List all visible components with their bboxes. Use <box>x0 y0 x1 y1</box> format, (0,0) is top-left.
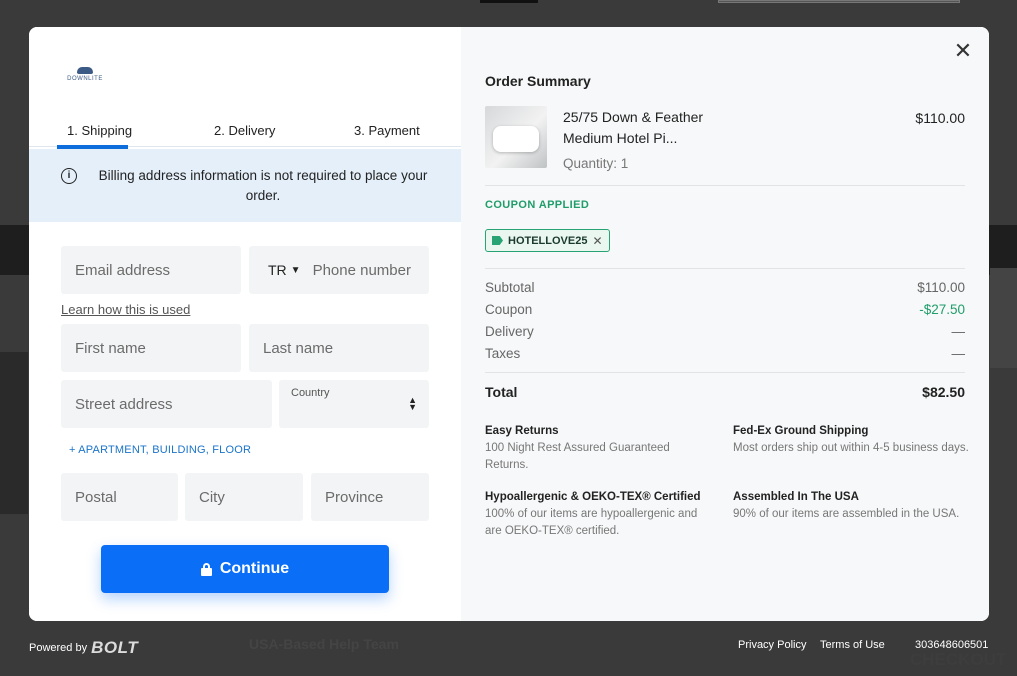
select-arrows-icon: ▲ ▼ <box>408 395 417 412</box>
country-code-select[interactable]: TR <box>268 262 287 278</box>
feature-title: Hypoallergenic & OEKO-TEX® Certified <box>485 491 701 503</box>
order-summary-title: Order Summary <box>485 73 591 89</box>
feature-title: Easy Returns <box>485 425 559 437</box>
coupon-row: Coupon -$27.50 <box>485 302 965 317</box>
feature-text: Most orders ship out within 4-5 business… <box>733 442 969 454</box>
powered-by-label: Powered by <box>29 642 88 654</box>
taxes-value: — <box>951 346 966 361</box>
close-icon[interactable]: ✕ <box>953 40 973 62</box>
order-id: 303648606501 <box>915 639 989 651</box>
coupon-code: HOTELLOVE25 <box>508 234 588 247</box>
feature-text: 90% of our items are assembled in the US… <box>733 508 960 520</box>
billing-notice: i Billing address information is not req… <box>29 149 461 222</box>
remove-coupon-icon[interactable]: ✕ <box>592 234 602 248</box>
bolt-logo: BOLT <box>91 638 139 657</box>
coupon-tag: HOTELLOVE25 ✕ <box>485 229 610 252</box>
product-price: $110.00 <box>915 110 965 126</box>
country-label: Country <box>291 387 330 399</box>
province-field[interactable]: Province <box>311 473 429 521</box>
logo-mark-icon <box>77 67 93 74</box>
add-apartment-link[interactable]: + APARTMENT, BUILDING, FLOOR <box>69 444 251 456</box>
coupon-value: -$27.50 <box>919 302 965 317</box>
divider <box>485 372 965 373</box>
divider <box>485 185 965 186</box>
subtotal-row: Subtotal $110.00 <box>485 280 965 295</box>
subtotal-label: Subtotal <box>485 280 535 295</box>
postal-placeholder: Postal <box>75 488 117 506</box>
powered-by: Powered by BOLT <box>29 638 138 658</box>
background-strip <box>480 0 538 3</box>
checkout-steps: 1. Shipping 2. Delivery 3. Payment <box>29 121 461 149</box>
checkout-modal: DOWNLITE 1. Shipping 2. Delivery 3. Paym… <box>29 27 989 621</box>
feature-hypoallergenic: Hypoallergenic & OEKO-TEX® Certified 100… <box>485 489 715 540</box>
product-name: 25/75 Down & Feather Medium Hotel Pi... <box>563 109 704 146</box>
phone-field[interactable]: TR ▼ Phone number <box>249 246 429 294</box>
lock-icon <box>200 562 212 576</box>
taxes-row: Taxes — <box>485 346 965 361</box>
logo-text: DOWNLITE <box>67 76 103 82</box>
background-search-box <box>718 0 960 3</box>
terms-of-use-link[interactable]: Terms of Use <box>820 639 885 651</box>
feature-title: Assembled In The USA <box>733 491 859 503</box>
tab-payment[interactable]: 3. Payment <box>354 121 420 138</box>
product-quantity: Quantity: 1 <box>563 156 629 171</box>
coupon-applied-heading: COUPON APPLIED <box>485 199 590 211</box>
order-summary-panel: ✕ Order Summary 25/75 Down & Feather Med… <box>461 27 989 621</box>
first-name-field[interactable]: First name <box>61 324 241 372</box>
province-placeholder: Province <box>325 488 384 506</box>
feature-easy-returns: Easy Returns 100 Night Rest Assured Guar… <box>485 423 715 474</box>
last-name-field[interactable]: Last name <box>249 324 429 372</box>
continue-button[interactable]: Continue <box>101 545 389 593</box>
delivery-label: Delivery <box>485 324 534 339</box>
shipping-panel: DOWNLITE 1. Shipping 2. Delivery 3. Paym… <box>29 27 461 621</box>
street-placeholder: Street address <box>75 395 173 413</box>
tab-shipping[interactable]: 1. Shipping <box>67 121 132 138</box>
last-name-placeholder: Last name <box>263 339 334 357</box>
divider <box>485 268 965 269</box>
total-value: $82.50 <box>922 384 965 400</box>
email-field[interactable]: Email address <box>61 246 241 294</box>
country-select[interactable]: Country ▲ ▼ <box>279 380 429 428</box>
feature-text: 100 Night Rest Assured Guaranteed Return… <box>485 442 670 471</box>
brand-logo: DOWNLITE <box>65 67 105 82</box>
subtotal-value: $110.00 <box>917 280 965 295</box>
continue-label: Continue <box>219 560 290 577</box>
total-row: Total $82.50 <box>485 384 965 400</box>
tab-delivery[interactable]: 2. Delivery <box>214 121 275 138</box>
delivery-row: Delivery — <box>485 324 965 339</box>
background-help-team: USA-Based Help Team <box>249 636 399 652</box>
city-field[interactable]: City <box>185 473 303 521</box>
notice-text: Billing address information is not requi… <box>98 168 428 203</box>
feature-fedex-shipping: Fed-Ex Ground Shipping Most orders ship … <box>733 423 969 457</box>
street-address-field[interactable]: Street address <box>61 380 272 428</box>
background-block <box>0 352 28 514</box>
background-checkout: CHECKOUT <box>910 650 1007 669</box>
caret-down-icon[interactable]: ▼ <box>291 265 301 276</box>
privacy-policy-link[interactable]: Privacy Policy <box>738 639 806 651</box>
postal-field[interactable]: Postal <box>61 473 178 521</box>
product-image <box>485 106 547 168</box>
taxes-label: Taxes <box>485 346 521 361</box>
city-placeholder: City <box>199 488 225 506</box>
phone-placeholder: Phone number <box>312 261 411 279</box>
delivery-value: — <box>951 324 966 339</box>
email-placeholder: Email address <box>75 261 171 279</box>
feature-assembled-usa: Assembled In The USA 90% of our items ar… <box>733 489 969 523</box>
learn-how-link[interactable]: Learn how this is used <box>61 302 190 317</box>
feature-text: 100% of our items are hypoallergenic and… <box>485 508 698 537</box>
feature-title: Fed-Ex Ground Shipping <box>733 425 869 437</box>
first-name-placeholder: First name <box>75 339 146 357</box>
info-icon: i <box>61 168 77 184</box>
tag-icon <box>492 236 503 245</box>
coupon-label: Coupon <box>485 302 533 317</box>
background-block <box>990 268 1017 368</box>
total-label: Total <box>485 384 518 400</box>
